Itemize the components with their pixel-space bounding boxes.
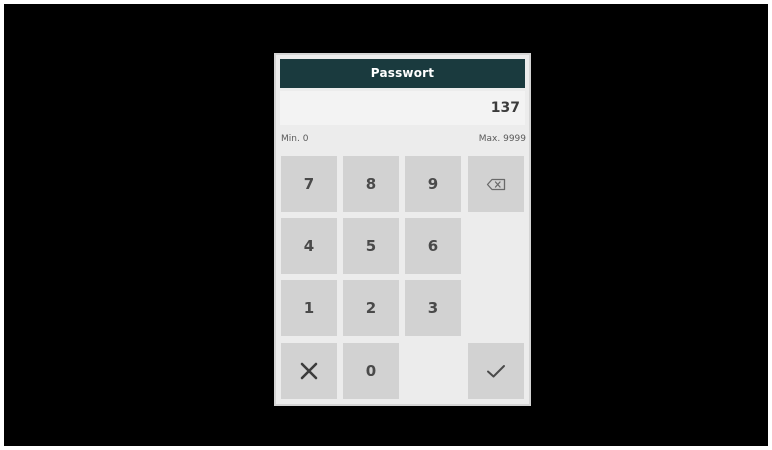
password-dialog: Passwort 137 Min. 0 Max. 9999 7 8 9 4 5 … (274, 53, 531, 406)
key-0[interactable]: 0 (343, 343, 399, 399)
key-9[interactable]: 9 (405, 156, 461, 212)
key-5[interactable]: 5 (343, 218, 399, 274)
max-label: Max. 9999 (478, 134, 526, 144)
min-label: Min. 0 (281, 134, 309, 144)
key-3[interactable]: 3 (405, 280, 461, 336)
password-value-field[interactable]: 137 (280, 91, 525, 125)
checkmark-icon (486, 364, 506, 378)
key-1[interactable]: 1 (281, 280, 337, 336)
confirm-button[interactable] (468, 343, 524, 399)
dialog-title: Passwort (280, 59, 525, 88)
key-2[interactable]: 2 (343, 280, 399, 336)
backspace-button[interactable] (468, 156, 524, 212)
key-6[interactable]: 6 (405, 218, 461, 274)
cancel-button[interactable] (281, 343, 337, 399)
key-4[interactable]: 4 (281, 218, 337, 274)
backspace-icon (486, 178, 506, 191)
close-icon (299, 361, 319, 381)
screen-background: Passwort 137 Min. 0 Max. 9999 7 8 9 4 5 … (4, 4, 768, 446)
key-8[interactable]: 8 (343, 156, 399, 212)
key-7[interactable]: 7 (281, 156, 337, 212)
